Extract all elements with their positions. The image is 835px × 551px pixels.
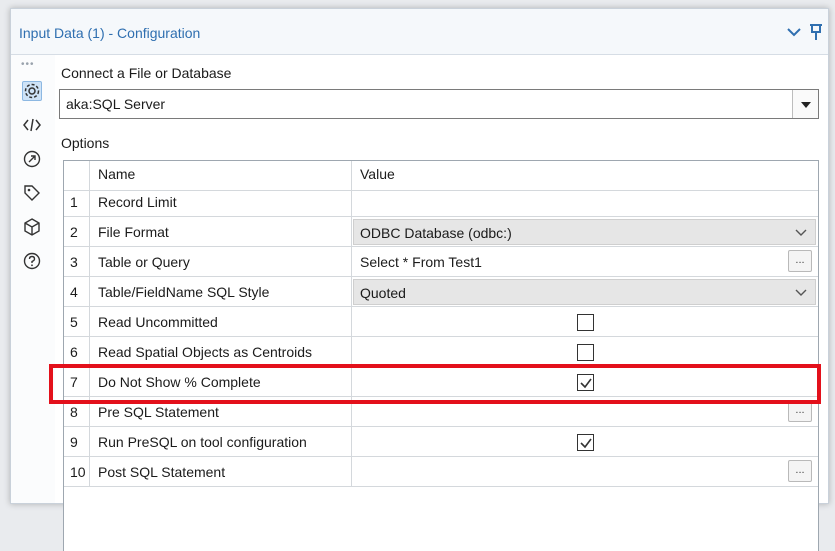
option-name: File Format — [98, 224, 169, 240]
connection-value: aka:SQL Server — [66, 96, 166, 112]
option-name: Read Spatial Objects as Centroids — [98, 344, 312, 360]
value-checkbox[interactable] — [577, 314, 594, 331]
name-cell: Table/FieldName SQL Style — [90, 277, 352, 307]
row-number-cell: 9 — [64, 427, 90, 457]
column-header-value: Value — [360, 166, 395, 182]
box-icon[interactable] — [22, 217, 42, 237]
tag-icon[interactable] — [22, 183, 42, 203]
name-cell: Table or Query — [90, 247, 352, 277]
table-row[interactable]: 2 File Format ODBC Database (odbc:) — [64, 217, 818, 247]
table-row[interactable]: 1 Record Limit — [64, 187, 818, 217]
option-name: Table/FieldName SQL Style — [98, 284, 270, 300]
row-number: 5 — [70, 314, 78, 330]
value-cell[interactable] — [352, 427, 818, 457]
row-number: 10 — [70, 464, 86, 480]
value-text[interactable]: Select * From Test1 — [360, 254, 482, 270]
chevron-down-icon — [795, 229, 807, 236]
value-checkbox[interactable] — [577, 344, 594, 361]
row-number-cell: 4 — [64, 277, 90, 307]
chevron-down-icon[interactable] — [785, 23, 803, 41]
connection-combobox[interactable]: aka:SQL Server — [59, 89, 819, 119]
row-number: 4 — [70, 284, 78, 300]
help-icon[interactable] — [22, 251, 42, 271]
name-cell: Post SQL Statement — [90, 457, 352, 487]
name-cell: Read Spatial Objects as Centroids — [90, 337, 352, 367]
table-row[interactable]: 10 Post SQL Statement... — [64, 457, 818, 487]
table-row[interactable]: 5 Read Uncommitted — [64, 307, 818, 337]
row-number: 9 — [70, 434, 78, 450]
row-number-cell: 6 — [64, 337, 90, 367]
row-number-cell: 10 — [64, 457, 90, 487]
value-cell[interactable]: ODBC Database (odbc:) — [352, 217, 818, 247]
row-number: 8 — [70, 404, 78, 420]
pin-icon[interactable] — [807, 23, 825, 41]
row-number-cell: 2 — [64, 217, 90, 247]
chevron-down-icon — [795, 289, 807, 296]
value-cell[interactable] — [352, 337, 818, 367]
table-row[interactable]: 3 Table or Query Select * From Test1... — [64, 247, 818, 277]
row-number: 6 — [70, 344, 78, 360]
value-text: Quoted — [360, 285, 406, 301]
more-dots-icon[interactable]: ••• — [21, 59, 35, 70]
metadata-icon[interactable] — [22, 149, 42, 169]
value-cell[interactable]: ... — [352, 457, 818, 487]
value-checkbox[interactable] — [577, 434, 594, 451]
settings-icon[interactable] — [22, 81, 42, 101]
options-label: Options — [61, 135, 110, 151]
value-cell[interactable]: Select * From Test1... — [352, 247, 818, 277]
row-number-cell: 3 — [64, 247, 90, 277]
row-number: 3 — [70, 254, 78, 270]
value-cell[interactable] — [352, 187, 818, 217]
name-cell: Run PreSQL on tool configuration — [90, 427, 352, 457]
row-number: 1 — [70, 194, 78, 210]
value-dropdown[interactable]: Quoted — [353, 279, 816, 305]
row-number: 2 — [70, 224, 78, 240]
name-cell: Record Limit — [90, 187, 352, 217]
combobox-dropdown-button[interactable] — [792, 90, 818, 118]
value-cell[interactable]: Quoted — [352, 277, 818, 307]
option-name: Read Uncommitted — [98, 314, 218, 330]
panel-title: Input Data (1) - Configuration — [19, 25, 201, 41]
highlight-box — [49, 364, 821, 404]
title-bar: Input Data (1) - Configuration — [11, 9, 828, 55]
option-name: Record Limit — [98, 194, 177, 210]
config-content: Connect a File or Database aka:SQL Serve… — [55, 55, 828, 551]
table-row[interactable]: 4 Table/FieldName SQL Style Quoted — [64, 277, 818, 307]
ellipsis-button[interactable]: ... — [788, 250, 812, 272]
option-name: Run PreSQL on tool configuration — [98, 434, 307, 450]
value-dropdown[interactable]: ODBC Database (odbc:) — [353, 219, 816, 245]
table-row[interactable]: 6 Read Spatial Objects as Centroids — [64, 337, 818, 367]
row-number-cell: 5 — [64, 307, 90, 337]
option-name: Pre SQL Statement — [98, 404, 219, 420]
row-number-cell: 1 — [64, 187, 90, 217]
configuration-panel: Input Data (1) - Configuration ••• Conne… — [10, 8, 829, 551]
checkmark-icon — [580, 438, 592, 449]
table-row[interactable]: 9 Run PreSQL on tool configuration — [64, 427, 818, 457]
ellipsis-button[interactable]: ... — [788, 460, 812, 482]
name-cell: File Format — [90, 217, 352, 247]
value-cell[interactable] — [352, 307, 818, 337]
side-toolbar: ••• — [11, 55, 55, 503]
option-name: Table or Query — [98, 254, 190, 270]
column-header-name: Name — [98, 166, 136, 182]
code-icon[interactable] — [22, 115, 42, 135]
value-text: ODBC Database (odbc:) — [360, 225, 512, 241]
option-name: Post SQL Statement — [98, 464, 226, 480]
connect-label: Connect a File or Database — [61, 65, 232, 81]
options-grid: Name Value 1 Record Limit 2 File Format ODBC… — [63, 160, 819, 551]
name-cell: Read Uncommitted — [90, 307, 352, 337]
